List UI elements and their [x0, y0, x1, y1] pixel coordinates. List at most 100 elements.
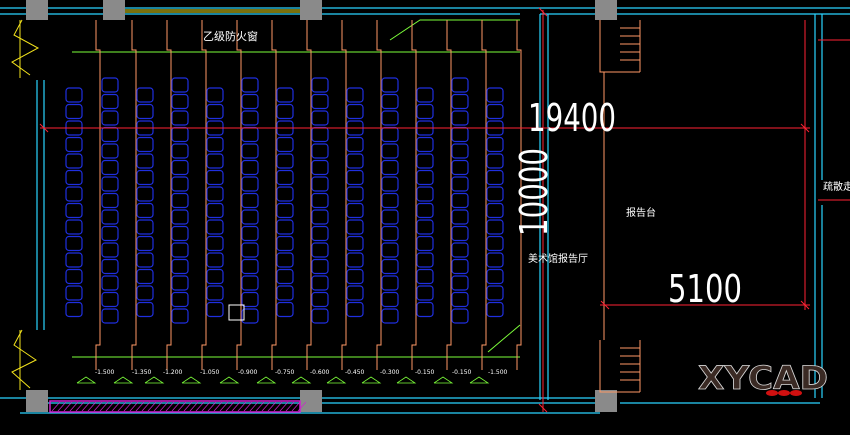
seat — [346, 219, 364, 235]
seat — [311, 159, 329, 176]
seat — [136, 285, 154, 301]
outer-walls — [0, 7, 850, 414]
seat — [276, 169, 294, 186]
seat — [101, 291, 119, 308]
seat — [206, 301, 224, 318]
seat — [65, 268, 83, 285]
seat — [171, 93, 189, 110]
seat — [311, 225, 329, 242]
seat — [276, 252, 294, 268]
row-riser-line — [411, 20, 417, 370]
elevation-label: -1.500 — [95, 369, 115, 376]
row-riser-line — [376, 20, 382, 370]
seat — [381, 308, 399, 324]
seat — [241, 159, 259, 176]
seat — [311, 192, 329, 209]
seat — [486, 301, 504, 318]
seat — [101, 258, 119, 275]
depth-dimension: 10000 — [512, 148, 556, 236]
seat — [241, 192, 259, 209]
seat — [486, 103, 504, 120]
seat — [451, 93, 469, 110]
seat — [486, 202, 504, 219]
window-type-label: 乙级防火窗 — [203, 29, 258, 43]
elevation-label: -0.300 — [380, 369, 400, 376]
row-riser-line — [306, 20, 312, 370]
seat — [276, 87, 294, 103]
seat — [311, 308, 329, 324]
seat — [101, 192, 119, 209]
seat — [101, 77, 119, 93]
dimension-lines — [39, 7, 850, 413]
seat — [206, 103, 224, 120]
seat — [416, 301, 434, 318]
logo-swoosh — [766, 390, 802, 396]
seat — [381, 225, 399, 242]
seat — [416, 136, 434, 153]
elevation-label: -0.600 — [310, 369, 330, 376]
seat — [206, 87, 224, 103]
seat — [171, 176, 189, 192]
seat — [136, 252, 154, 268]
seat — [276, 136, 294, 153]
seat — [206, 219, 224, 235]
stage-label: 报告台 — [626, 206, 656, 219]
seat — [206, 252, 224, 268]
seat — [206, 235, 224, 252]
seat — [276, 235, 294, 252]
evac-label: 疏散走 — [823, 180, 850, 193]
stage-width-dimension: 5100 — [668, 267, 742, 311]
seat — [101, 308, 119, 324]
seat — [206, 285, 224, 301]
elevation-label: -1.050 — [200, 369, 220, 376]
seat — [311, 291, 329, 308]
elevation-label: -0.750 — [275, 369, 295, 376]
seat — [451, 77, 469, 93]
seat — [381, 258, 399, 275]
seat — [136, 301, 154, 318]
seat — [171, 110, 189, 126]
seat — [486, 285, 504, 301]
elevation-marker — [256, 376, 277, 384]
seat — [241, 258, 259, 275]
seat — [416, 169, 434, 186]
elevation-marker — [76, 376, 97, 384]
seat — [101, 176, 119, 192]
seat — [241, 93, 259, 110]
seat — [486, 219, 504, 235]
elevation-label: -0.450 — [345, 369, 365, 376]
seat — [311, 275, 329, 291]
seat — [101, 126, 119, 143]
seat — [381, 291, 399, 308]
seat — [311, 209, 329, 225]
seat — [101, 143, 119, 159]
seat — [65, 186, 83, 202]
seat — [346, 252, 364, 268]
seat — [101, 209, 119, 225]
seat — [136, 103, 154, 120]
elevation-marker — [326, 376, 347, 384]
seat — [65, 103, 83, 120]
elevation-marker — [144, 376, 165, 384]
row-riser-line — [95, 20, 101, 370]
watermark-logo: XYCAD — [698, 359, 828, 397]
seat — [171, 126, 189, 143]
elevation-label: -1.500 — [488, 369, 508, 376]
seat — [381, 275, 399, 291]
seat — [451, 176, 469, 192]
seat — [311, 93, 329, 110]
seat — [346, 202, 364, 219]
seat — [346, 153, 364, 169]
seat — [101, 242, 119, 258]
seat — [486, 153, 504, 169]
seat — [311, 143, 329, 159]
seat — [451, 225, 469, 242]
seat — [381, 242, 399, 258]
seat — [65, 136, 83, 153]
seat — [451, 258, 469, 275]
seat — [381, 77, 399, 93]
elevation-marker — [433, 376, 454, 384]
hall-label: 美术馆报告厅 — [528, 252, 588, 265]
seat — [206, 186, 224, 202]
seat — [381, 110, 399, 126]
